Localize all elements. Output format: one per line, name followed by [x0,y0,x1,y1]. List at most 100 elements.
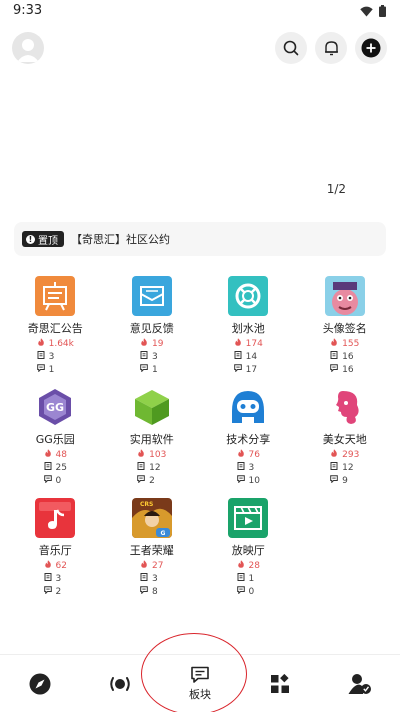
forum-hot-value: 103 [149,450,167,460]
forum-comments-value: 10 [248,476,260,486]
forum-posts-value: 12 [149,463,161,473]
forum-name: GG乐园 [35,433,75,446]
forum-comments-value: 1 [152,365,158,375]
flame-icon [330,338,338,351]
flame-icon [44,449,52,462]
pinned-notice[interactable]: ! 置顶 【奇思汇】社区公约 [14,222,386,256]
banner-carousel[interactable]: 1/2 [0,72,400,202]
nav-discover[interactable] [10,655,70,712]
forum-stats: 293 12 9 [330,449,359,488]
forum-hot-value: 28 [248,561,260,571]
forum-posts-value: 3 [152,352,158,362]
forum-item[interactable]: 奇思汇公告 1.64k 3 1 [7,276,104,387]
forum-hot-value: 174 [245,339,263,349]
forum-item[interactable]: 实用软件 103 12 2 [104,387,201,498]
compass-icon [29,673,51,695]
create-post-button[interactable] [355,32,387,64]
forum-comments: 17 [233,364,263,377]
forum-comments-value: 0 [55,476,62,486]
broadcast-icon [110,677,130,691]
flame-icon [237,449,245,462]
apps-grid-icon [271,674,289,693]
forum-hot: 103 [137,449,166,462]
user-avatar[interactable] [12,32,44,64]
forum-stats: 19 3 1 [140,338,163,377]
forum-comments: 2 [137,475,166,488]
nav-apps[interactable] [250,655,310,712]
forum-comments: 8 [140,586,163,599]
clapperboard-icon [228,498,269,538]
forum-hot-value: 62 [55,561,67,571]
forum-stats: 174 14 17 [233,338,263,377]
search-icon [283,40,299,56]
flame-icon [140,560,148,573]
gg-logo-icon: GG [35,387,76,427]
avatar-placeholder-icon [17,39,39,62]
forum-hot: 27 [140,560,163,573]
notifications-button[interactable] [315,32,347,64]
forum-item[interactable]: G CRS 王者荣耀 27 3 8 [104,498,201,609]
wifi-icon [360,6,373,16]
nav-broadcast[interactable] [90,655,150,712]
app-screen: 9:33 1/2 ! 置顶 【奇思汇】社区公约 奇思汇公告 1.64k 3 1 意见反馈… [0,0,400,712]
document-icon [330,351,338,364]
forum-name: 技术分享 [226,433,271,446]
flame-icon [237,560,245,573]
document-icon [140,573,148,586]
forum-comments-value: 2 [149,476,155,486]
comment-icon [330,364,338,377]
forum-item[interactable]: 音乐厅 62 3 2 [7,498,104,609]
forum-comments: 9 [330,475,359,488]
forum-comments-value: 0 [248,587,255,597]
banner-page-indicator: 1/2 [326,182,346,196]
forum-item[interactable]: GG GG乐园 48 25 0 [7,387,104,498]
comment-icon [137,475,145,488]
document-icon [140,351,148,364]
comment-icon [233,364,242,377]
pinned-tag-label: 置顶 [38,235,58,247]
comment-icon [36,364,45,377]
forum-hot: 48 [44,449,67,462]
nav-profile[interactable] [330,655,390,712]
forum-item[interactable]: 放映厅 28 1 0 [200,498,297,609]
forum-name: 实用软件 [129,433,174,446]
search-button[interactable] [275,32,307,64]
flame-icon [234,338,242,351]
forum-item[interactable]: 划水池 174 14 17 [200,276,297,387]
forum-item[interactable]: 美女天地 293 12 9 [297,387,394,498]
forum-item[interactable]: 头像签名 155 16 16 [297,276,394,387]
document-icon [37,351,45,364]
forum-posts: 12 [137,462,166,475]
status-time: 9:33 [13,3,43,18]
forum-hot-value: 27 [152,561,164,571]
forum-posts-value: 3 [152,574,158,584]
document-icon [330,462,338,475]
forum-posts-value: 3 [55,574,62,584]
forum-comments-value: 1 [48,365,55,375]
forum-posts-value: 12 [342,463,354,473]
lifebuoy-icon [228,276,269,316]
forum-name: 王者荣耀 [129,544,174,557]
forum-stats: 28 1 0 [236,560,260,599]
forum-stats: 76 3 10 [236,449,260,488]
forum-name: 放映厅 [231,544,265,557]
forum-comments: 10 [236,475,260,488]
forum-posts: 1 [237,573,260,586]
mail-icon [131,276,172,316]
forum-hot-value: 48 [55,450,67,460]
forum-posts-value: 3 [48,352,55,362]
forum-item[interactable]: 技术分享 76 3 10 [200,387,297,498]
nav-boards[interactable]: 板块 [170,655,230,712]
document-icon [237,462,245,475]
flame-icon [330,449,338,462]
forum-item[interactable]: 意见反馈 19 3 1 [104,276,201,387]
bottom-nav: 板块 [0,654,400,712]
forum-posts-value: 1 [248,574,255,584]
status-icons [360,5,386,17]
comment-icon [140,586,148,599]
forum-comments-value: 16 [342,365,354,375]
bell-icon [324,41,338,56]
forum-posts: 3 [140,573,163,586]
forum-comments: 16 [330,364,359,377]
forum-stats: 103 12 2 [137,449,166,488]
